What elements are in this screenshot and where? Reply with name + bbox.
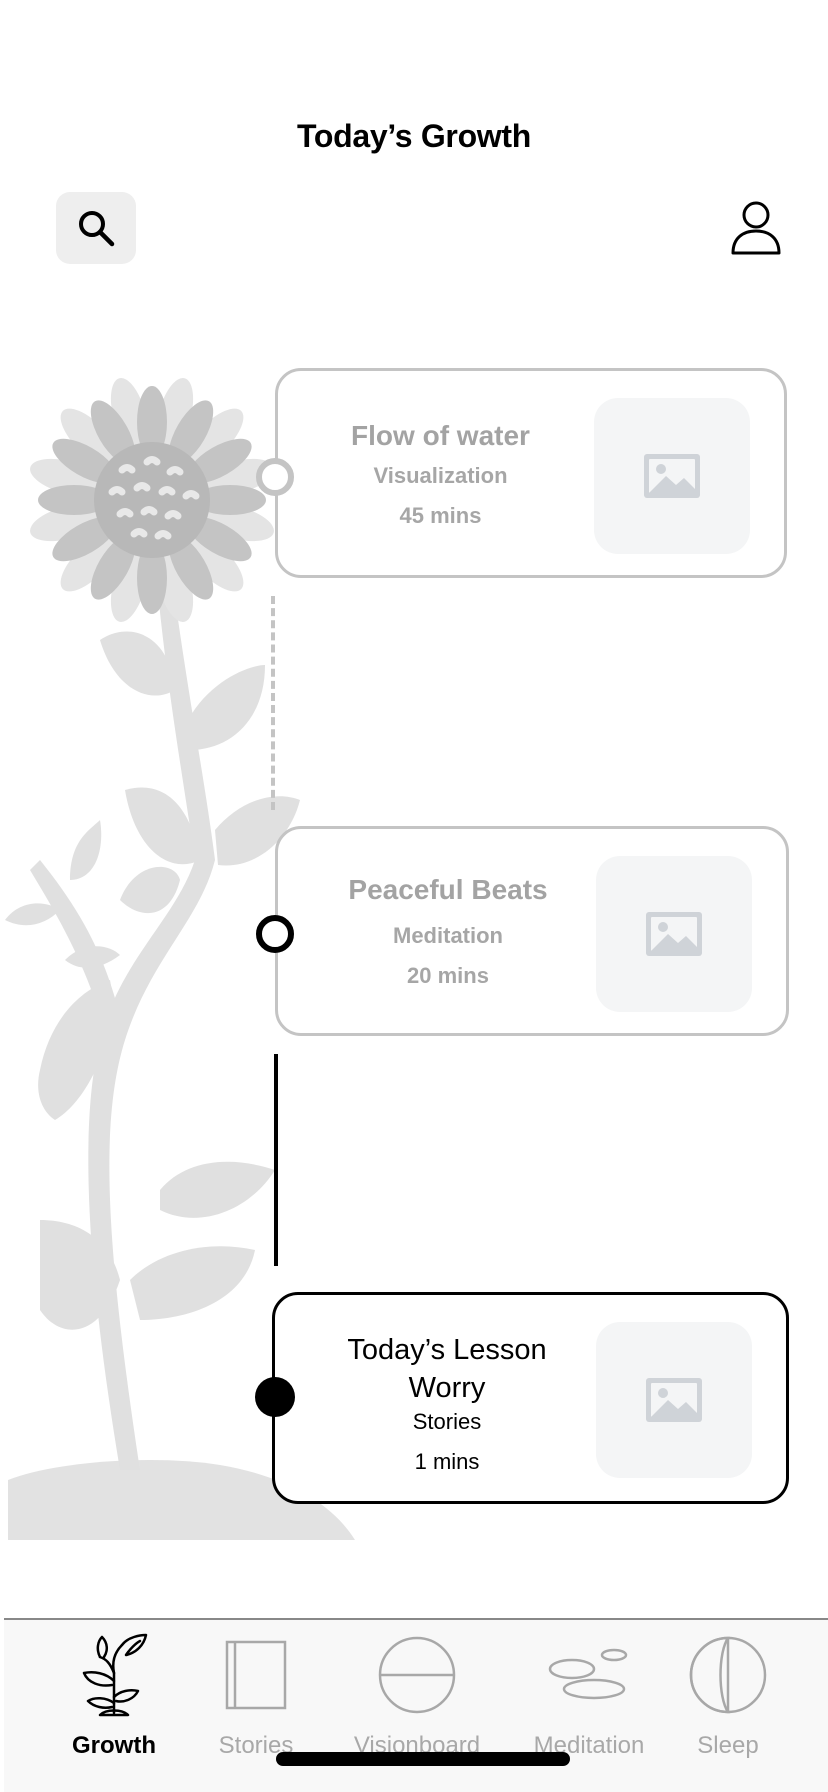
tab-meditation[interactable]: Meditation bbox=[514, 1620, 664, 1770]
session-category: Meditation bbox=[393, 923, 503, 948]
session-card-peaceful-beats[interactable]: Peaceful Beats Meditation 20 mins bbox=[275, 826, 789, 1036]
timeline-connector-dashed bbox=[271, 596, 275, 810]
session-thumbnail bbox=[596, 856, 752, 1012]
session-title: Flow of water bbox=[351, 420, 530, 451]
session-card-todays-lesson[interactable]: Today’s Lesson Worry Stories 1 mins bbox=[272, 1292, 789, 1504]
session-title-line1: Today’s Lesson bbox=[347, 1334, 547, 1366]
session-thumbnail bbox=[594, 398, 750, 554]
session-duration: 45 mins bbox=[399, 503, 482, 528]
image-icon bbox=[646, 912, 702, 956]
half-moon-icon bbox=[689, 1636, 767, 1714]
sprout-icon bbox=[82, 1633, 148, 1717]
session-title-line2: Worry bbox=[408, 1372, 486, 1404]
person-icon bbox=[731, 201, 781, 255]
tab-visionboard[interactable]: Visionboard bbox=[342, 1620, 492, 1770]
timeline-connector-solid bbox=[274, 1054, 278, 1266]
search-button[interactable] bbox=[56, 192, 136, 264]
search-icon bbox=[79, 211, 115, 247]
session-thumbnail bbox=[596, 1322, 752, 1478]
book-icon bbox=[225, 1640, 287, 1710]
circle-line-icon bbox=[378, 1636, 456, 1714]
session-duration: 20 mins bbox=[407, 963, 489, 988]
session-category: Stories bbox=[412, 1409, 482, 1434]
timeline-node-3 bbox=[255, 1377, 295, 1417]
tab-stories[interactable]: Stories bbox=[181, 1620, 331, 1770]
tab-label: Sleep bbox=[697, 1732, 759, 1759]
session-category: Visualization bbox=[373, 463, 508, 488]
home-indicator[interactable] bbox=[276, 1752, 570, 1766]
profile-button[interactable] bbox=[724, 192, 788, 264]
stones-icon bbox=[548, 1648, 628, 1700]
timeline-node-1 bbox=[256, 458, 294, 496]
session-duration: 1 mins bbox=[414, 1449, 480, 1474]
tab-label: Growth bbox=[72, 1732, 156, 1759]
session-title: Peaceful Beats bbox=[348, 874, 548, 905]
timeline-node-2 bbox=[256, 915, 294, 953]
session-card-flow-of-water[interactable]: Flow of water Visualization 45 mins bbox=[275, 368, 787, 578]
tab-growth[interactable]: Growth bbox=[39, 1620, 189, 1770]
tab-sleep[interactable]: Sleep bbox=[653, 1620, 803, 1770]
image-icon bbox=[644, 454, 700, 498]
image-icon bbox=[646, 1378, 702, 1422]
page-title: Today’s Growth bbox=[296, 118, 532, 154]
